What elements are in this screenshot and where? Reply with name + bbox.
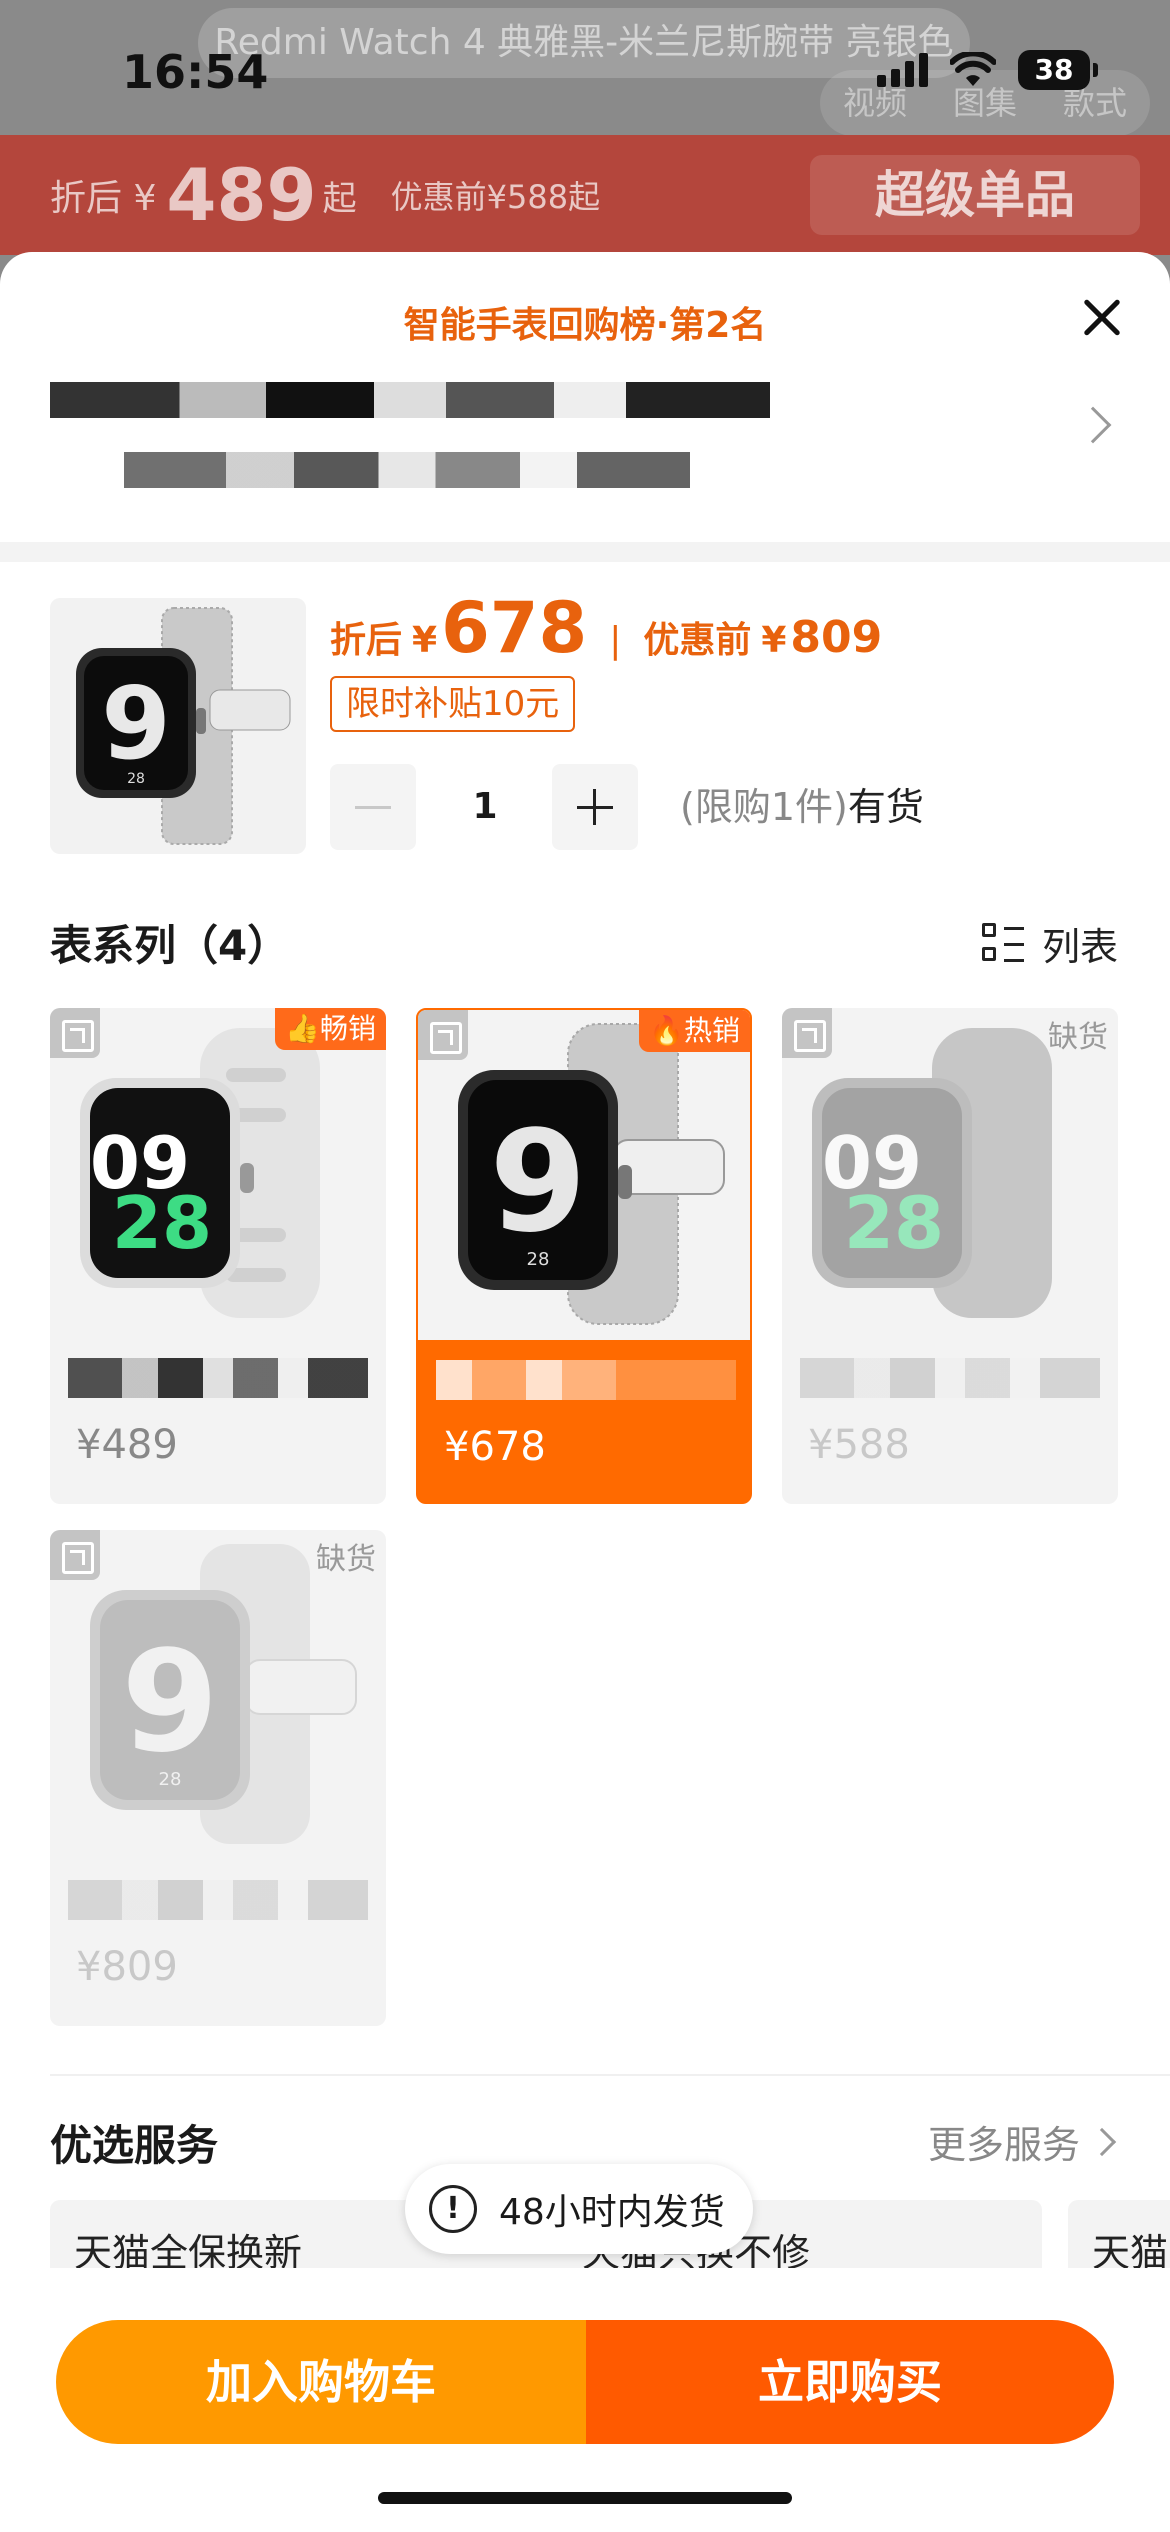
variant-image: 9 28 [418,1010,750,1340]
status-icons: 38 [877,50,1098,90]
purchase-limit: (限购1件) [680,785,848,829]
variant-price: ¥809 [76,1944,178,1990]
variant-image: 9 28 [50,1530,386,1860]
section-divider [50,2074,1170,2076]
chevron-right-icon [1074,406,1112,444]
redacted-text [68,1880,368,1920]
expand-icon[interactable] [782,1008,832,1058]
variant-price: ¥678 [444,1424,546,1470]
promo-label: 折后 ¥ [50,178,157,219]
badge-label: 畅销 [319,1012,376,1045]
variant-card-out-of-stock[interactable]: 09 28 缺货 ¥588 [782,1008,1118,1504]
thumbs-up-icon: 👍 [285,1012,320,1045]
background-promo-banner: 折后 ¥ 489 起 优惠前¥588起 超级单品 [0,135,1170,255]
product-thumbnail[interactable]: 9 28 [50,598,306,854]
svg-text:28: 28 [527,1249,550,1270]
after-discount-label: 折后 [330,620,403,661]
svg-text:28: 28 [112,1181,212,1265]
close-button[interactable] [1072,288,1132,348]
quantity-value[interactable]: 1 [430,764,540,850]
svg-text:28: 28 [127,771,145,787]
currency-symbol: ¥ [412,620,438,661]
svg-text:28: 28 [844,1181,944,1265]
redacted-text [436,1360,736,1400]
add-to-cart-button[interactable]: 加入购物车 [56,2320,586,2444]
price-separator: | [609,620,622,661]
expand-icon[interactable] [50,1008,100,1058]
promo-suffix: 起 [322,178,357,219]
more-services-link[interactable]: 更多服务 [927,2114,1117,2169]
badge-bestseller: 👍畅销 [275,1008,386,1050]
svg-text:28: 28 [159,1769,182,1790]
cellular-icon [877,53,928,87]
promo-original: 优惠前¥588起 [390,178,601,216]
out-of-stock-label: 缺货 [1048,1020,1108,1055]
price-summary: 折后 ¥ 678 | 优惠前 ¥ 809 [330,587,882,669]
svg-text:9: 9 [489,1101,586,1264]
more-services-label: 更多服务 [927,2123,1080,2167]
variant-card-selected[interactable]: 9 28 🔥热销 ¥678 [416,1008,752,1504]
rank-title[interactable]: 智能手表回购榜·第2名 [0,296,1170,348]
quantity-increment-button[interactable] [552,764,638,850]
quantity-decrement-button[interactable] [330,764,416,850]
expand-icon[interactable] [418,1010,468,1060]
battery-icon: 38 [1018,50,1098,90]
stock-label: 有货 [847,785,924,829]
variant-image: 09 28 [50,1008,386,1338]
wifi-icon [950,52,996,86]
stock-status: (限购1件)有货 [680,776,924,831]
list-icon [982,922,1024,965]
series-title: 表系列（4） [50,921,290,970]
variant-image: 09 28 [782,1008,1118,1338]
variant-price: ¥588 [808,1422,910,1468]
out-of-stock-label: 缺货 [316,1542,376,1577]
currency-symbol: ¥ [761,620,787,661]
redacted-text [124,452,690,488]
bottom-action-bar: 加入购物车 立即购买 [0,2268,1170,2532]
redacted-text [68,1358,368,1398]
home-indicator[interactable] [378,2492,792,2504]
promo-tag: 超级单品 [810,155,1140,235]
variant-card-out-of-stock[interactable]: 9 28 缺货 ¥809 [50,1530,386,2026]
status-bar: 16:54 38 [0,0,1170,150]
discounted-price: 678 [441,587,588,669]
section-divider [0,542,1170,562]
toast-text: 48小时内发货 [499,2192,725,2233]
svg-text:9: 9 [121,1621,218,1784]
promo-price: 489 [166,153,317,237]
badge-label: 热销 [683,1014,740,1047]
badge-hot: 🔥热销 [639,1010,750,1052]
list-view-toggle[interactable]: 列表 [982,916,1118,971]
alert-icon: ! [429,2185,477,2233]
status-time: 16:54 [122,45,269,99]
svg-text:9: 9 [101,665,171,782]
address-row[interactable] [0,372,1170,522]
services-title: 优选服务 [50,2121,219,2170]
fire-icon: 🔥 [649,1014,684,1047]
list-toggle-label: 列表 [1042,925,1119,969]
variant-card[interactable]: 09 28 👍畅销 ¥489 [50,1008,386,1504]
subsidy-tag: 限时补贴10元 [330,676,576,732]
variant-price: ¥489 [76,1422,178,1468]
shipping-toast: ! 48小时内发货 [405,2164,753,2254]
sku-selector-sheet: 智能手表回购榜·第2名 9 28 折后 ¥ 678 | 优惠前 ¥ 809 限时… [0,252,1170,2532]
expand-icon[interactable] [50,1530,100,1580]
redacted-text [800,1358,1100,1398]
buy-now-button[interactable]: 立即购买 [586,2320,1114,2444]
before-discount-label: 优惠前 [643,620,752,661]
redacted-text [50,382,770,418]
original-price: 809 [790,612,883,663]
chevron-right-icon [1087,2127,1117,2156]
